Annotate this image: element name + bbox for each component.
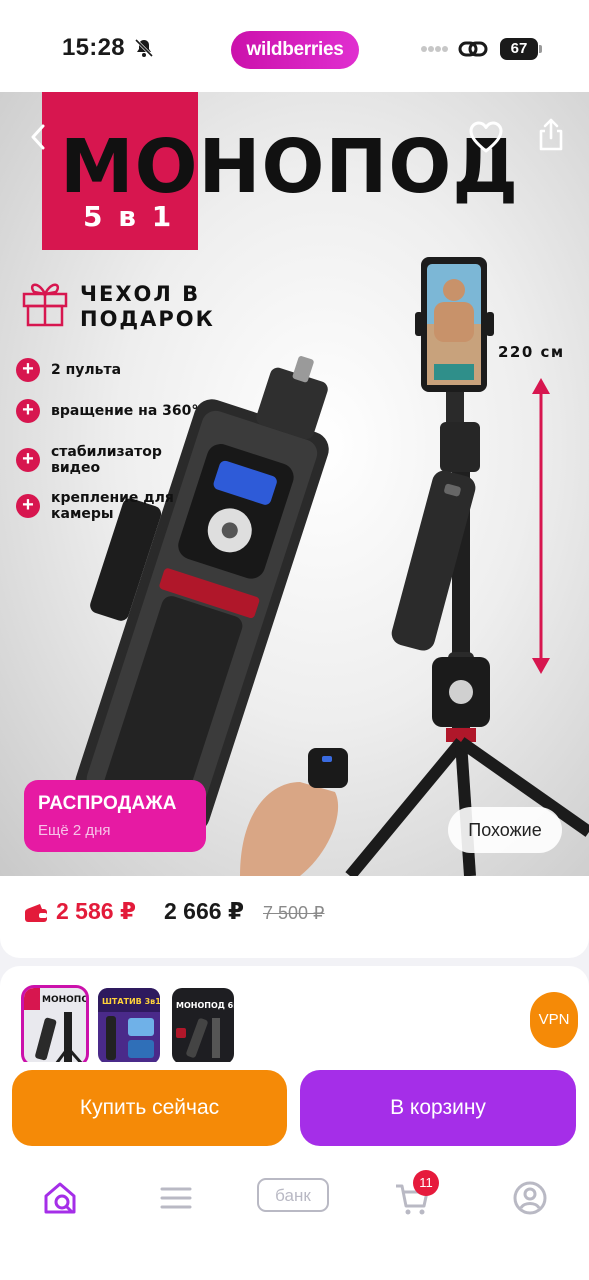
gift-icon [22,283,68,327]
signal-icon [421,46,448,52]
feature-item: + стабилизатор видео [16,444,201,476]
thumbnail-3[interactable]: МОНОПОД 6в1 [172,988,234,1064]
profile-icon[interactable] [510,1178,550,1218]
feature-item: + крепление для камеры [16,490,181,522]
sale-title: РАСПРОДАЖА [38,793,177,814]
thumbnail-2[interactable]: ШТАТИВ 3в1 [98,988,160,1064]
sale-badge[interactable]: РАСПРОДАЖА Ещё 2 дня [24,780,206,852]
thumbnail-label: МОНОПОД 6в1 [176,1001,234,1010]
cart-count-badge: 11 [413,1170,439,1196]
share-icon[interactable] [536,116,566,152]
hero-title: МОНОПОД [60,124,520,210]
price-card: 2 586 ₽ 2 666 ₽ 7 500 ₽ [0,876,589,958]
battery-icon: 67 [500,38,542,60]
feature-item: + вращение на 360° [16,399,221,423]
plus-icon: + [16,358,40,382]
feature-label: 2 пульта [51,362,122,378]
wallet-icon [25,904,47,922]
heart-icon[interactable] [468,120,504,154]
plus-icon: + [16,448,40,472]
home-search-icon[interactable] [40,1178,80,1218]
status-time: 15:28 [62,34,125,61]
feature-label: вращение на 360° [51,403,199,419]
feature-label: стабилизатор видео [51,444,162,476]
feature-label: крепление для камеры [51,490,174,522]
status-bar: 15:28 wildberries 67 [0,0,589,92]
thumbnail-image: МОНОПОД [24,988,86,1064]
feature-item: + 2 пульта [16,358,221,382]
plus-icon: + [16,494,40,518]
similar-button[interactable]: Похожие [448,807,562,853]
hero-subtitle: 5 в 1 [83,200,175,233]
back-icon[interactable] [28,122,48,152]
link-icon [458,41,488,57]
buy-now-button[interactable]: Купить сейчас [12,1070,287,1146]
product-image[interactable]: МОНОПОД 5 в 1 ЧЕХОЛ В ПОДАРОК + 2 пульта… [0,92,589,876]
sale-subtitle: Ещё 2 дня [38,822,111,839]
height-label: 220 см [498,343,565,361]
add-to-cart-button[interactable]: В корзину [300,1070,576,1146]
catalog-menu-icon[interactable] [156,1178,196,1218]
thumbnail-image: ШТАТИВ 3в1 [98,988,160,1064]
bell-mute-icon [134,38,154,58]
bank-tab[interactable]: банк [257,1178,329,1212]
current-price: 2 666 ₽ [164,898,244,924]
bottom-nav: банк 11 [0,1162,589,1280]
old-price: 7 500 ₽ [263,903,325,923]
gift-text: ЧЕХОЛ В ПОДАРОК [80,282,215,331]
thumbnail-image: МОНОПОД 6в1 [172,988,234,1064]
thumbnail-label: ШТАТИВ 3в1 [102,997,160,1006]
plus-icon: + [16,399,40,423]
wallet-price: 2 586 ₽ [56,898,136,924]
action-bar: Купить сейчас В корзину [0,1062,589,1162]
brand-logo: wildberries [231,31,359,69]
vpn-badge[interactable]: VPN [530,992,578,1048]
thumbnail-1[interactable]: МОНОПОД [21,985,89,1067]
thumbnail-label: МОНОПОД [42,995,86,1005]
